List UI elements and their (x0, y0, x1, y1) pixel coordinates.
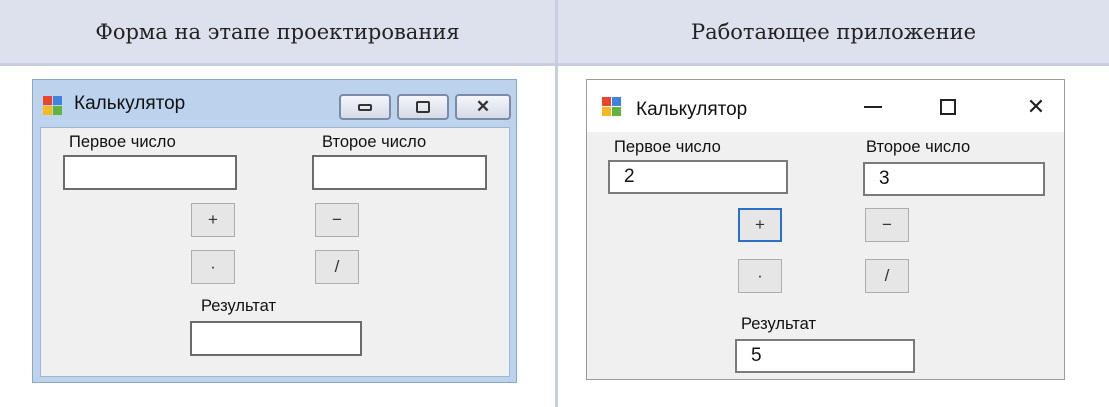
maximize-button[interactable] (928, 92, 968, 122)
column-divider (555, 0, 558, 407)
second-number-input[interactable]: 3 (863, 162, 1045, 196)
maximize-button[interactable] (397, 94, 449, 120)
maximize-icon (940, 99, 956, 115)
first-number-label: Первое число (614, 138, 721, 156)
app-icon (43, 96, 63, 116)
first-number-input[interactable]: 2 (608, 160, 788, 194)
close-icon: ✕ (475, 97, 491, 116)
multiply-button[interactable]: · (738, 259, 782, 293)
column-header-design: Форма на этапе проектирования (0, 0, 555, 63)
divide-button[interactable]: / (865, 259, 909, 293)
divide-button[interactable]: / (315, 250, 359, 284)
multiply-button[interactable]: · (191, 250, 235, 284)
result-label: Результат (201, 297, 277, 315)
minimize-button[interactable] (853, 92, 893, 122)
column-header-running: Работающее приложение (558, 0, 1109, 63)
first-number-label: Первое число (69, 133, 176, 151)
second-number-label: Второе число (866, 138, 971, 156)
result-label: Результат (741, 315, 817, 333)
minimize-icon (358, 103, 372, 111)
second-number-label: Второе число (322, 133, 427, 151)
maximize-icon (416, 101, 430, 113)
first-number-input[interactable] (63, 155, 237, 190)
close-icon: ✕ (1026, 94, 1046, 119)
add-button[interactable]: + (738, 208, 782, 242)
minimize-button[interactable] (339, 94, 391, 120)
header-divider (0, 63, 1109, 66)
window-title: Калькулятор (636, 99, 748, 120)
close-button[interactable]: ✕ (455, 94, 511, 120)
minimize-icon (864, 106, 882, 108)
window-title: Калькулятор (74, 93, 186, 114)
second-number-input[interactable] (312, 155, 487, 190)
subtract-button[interactable]: − (865, 208, 909, 242)
close-button[interactable]: ✕ (1016, 92, 1056, 122)
result-output (190, 321, 362, 356)
add-button[interactable]: + (191, 203, 235, 237)
app-icon (602, 97, 622, 117)
subtract-button[interactable]: − (315, 203, 359, 237)
result-output: 5 (735, 339, 915, 373)
